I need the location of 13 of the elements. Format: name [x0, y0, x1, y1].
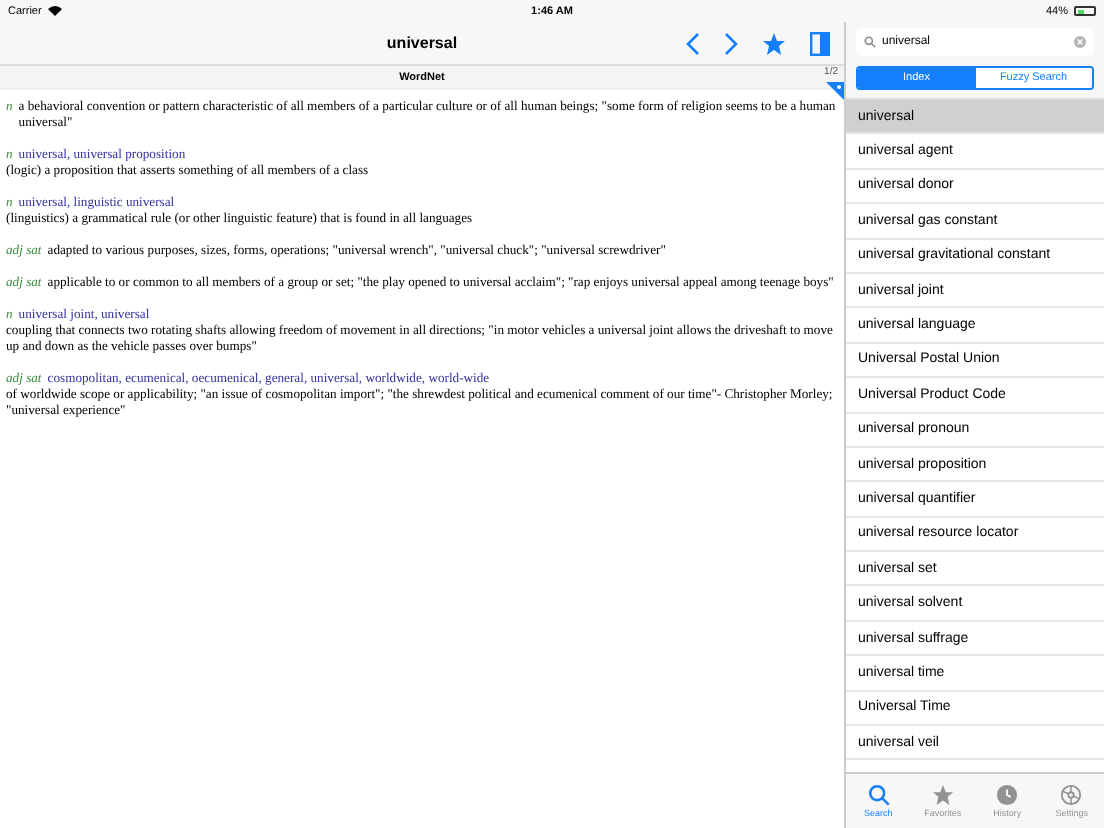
wifi-icon — [47, 6, 62, 16]
clear-icon[interactable] — [1074, 36, 1086, 48]
star-icon — [931, 784, 954, 806]
settings-icon — [1060, 784, 1083, 806]
star-icon[interactable] — [762, 32, 786, 56]
search-icon — [864, 36, 876, 48]
back-icon[interactable] — [686, 32, 700, 56]
clock-icon — [996, 784, 1019, 806]
sidebar-toggle-icon[interactable] — [810, 32, 830, 56]
battery-icon — [1074, 6, 1096, 16]
search-icon — [867, 784, 890, 806]
forward-icon[interactable] — [724, 32, 738, 56]
nav-title: universal — [386, 34, 458, 52]
